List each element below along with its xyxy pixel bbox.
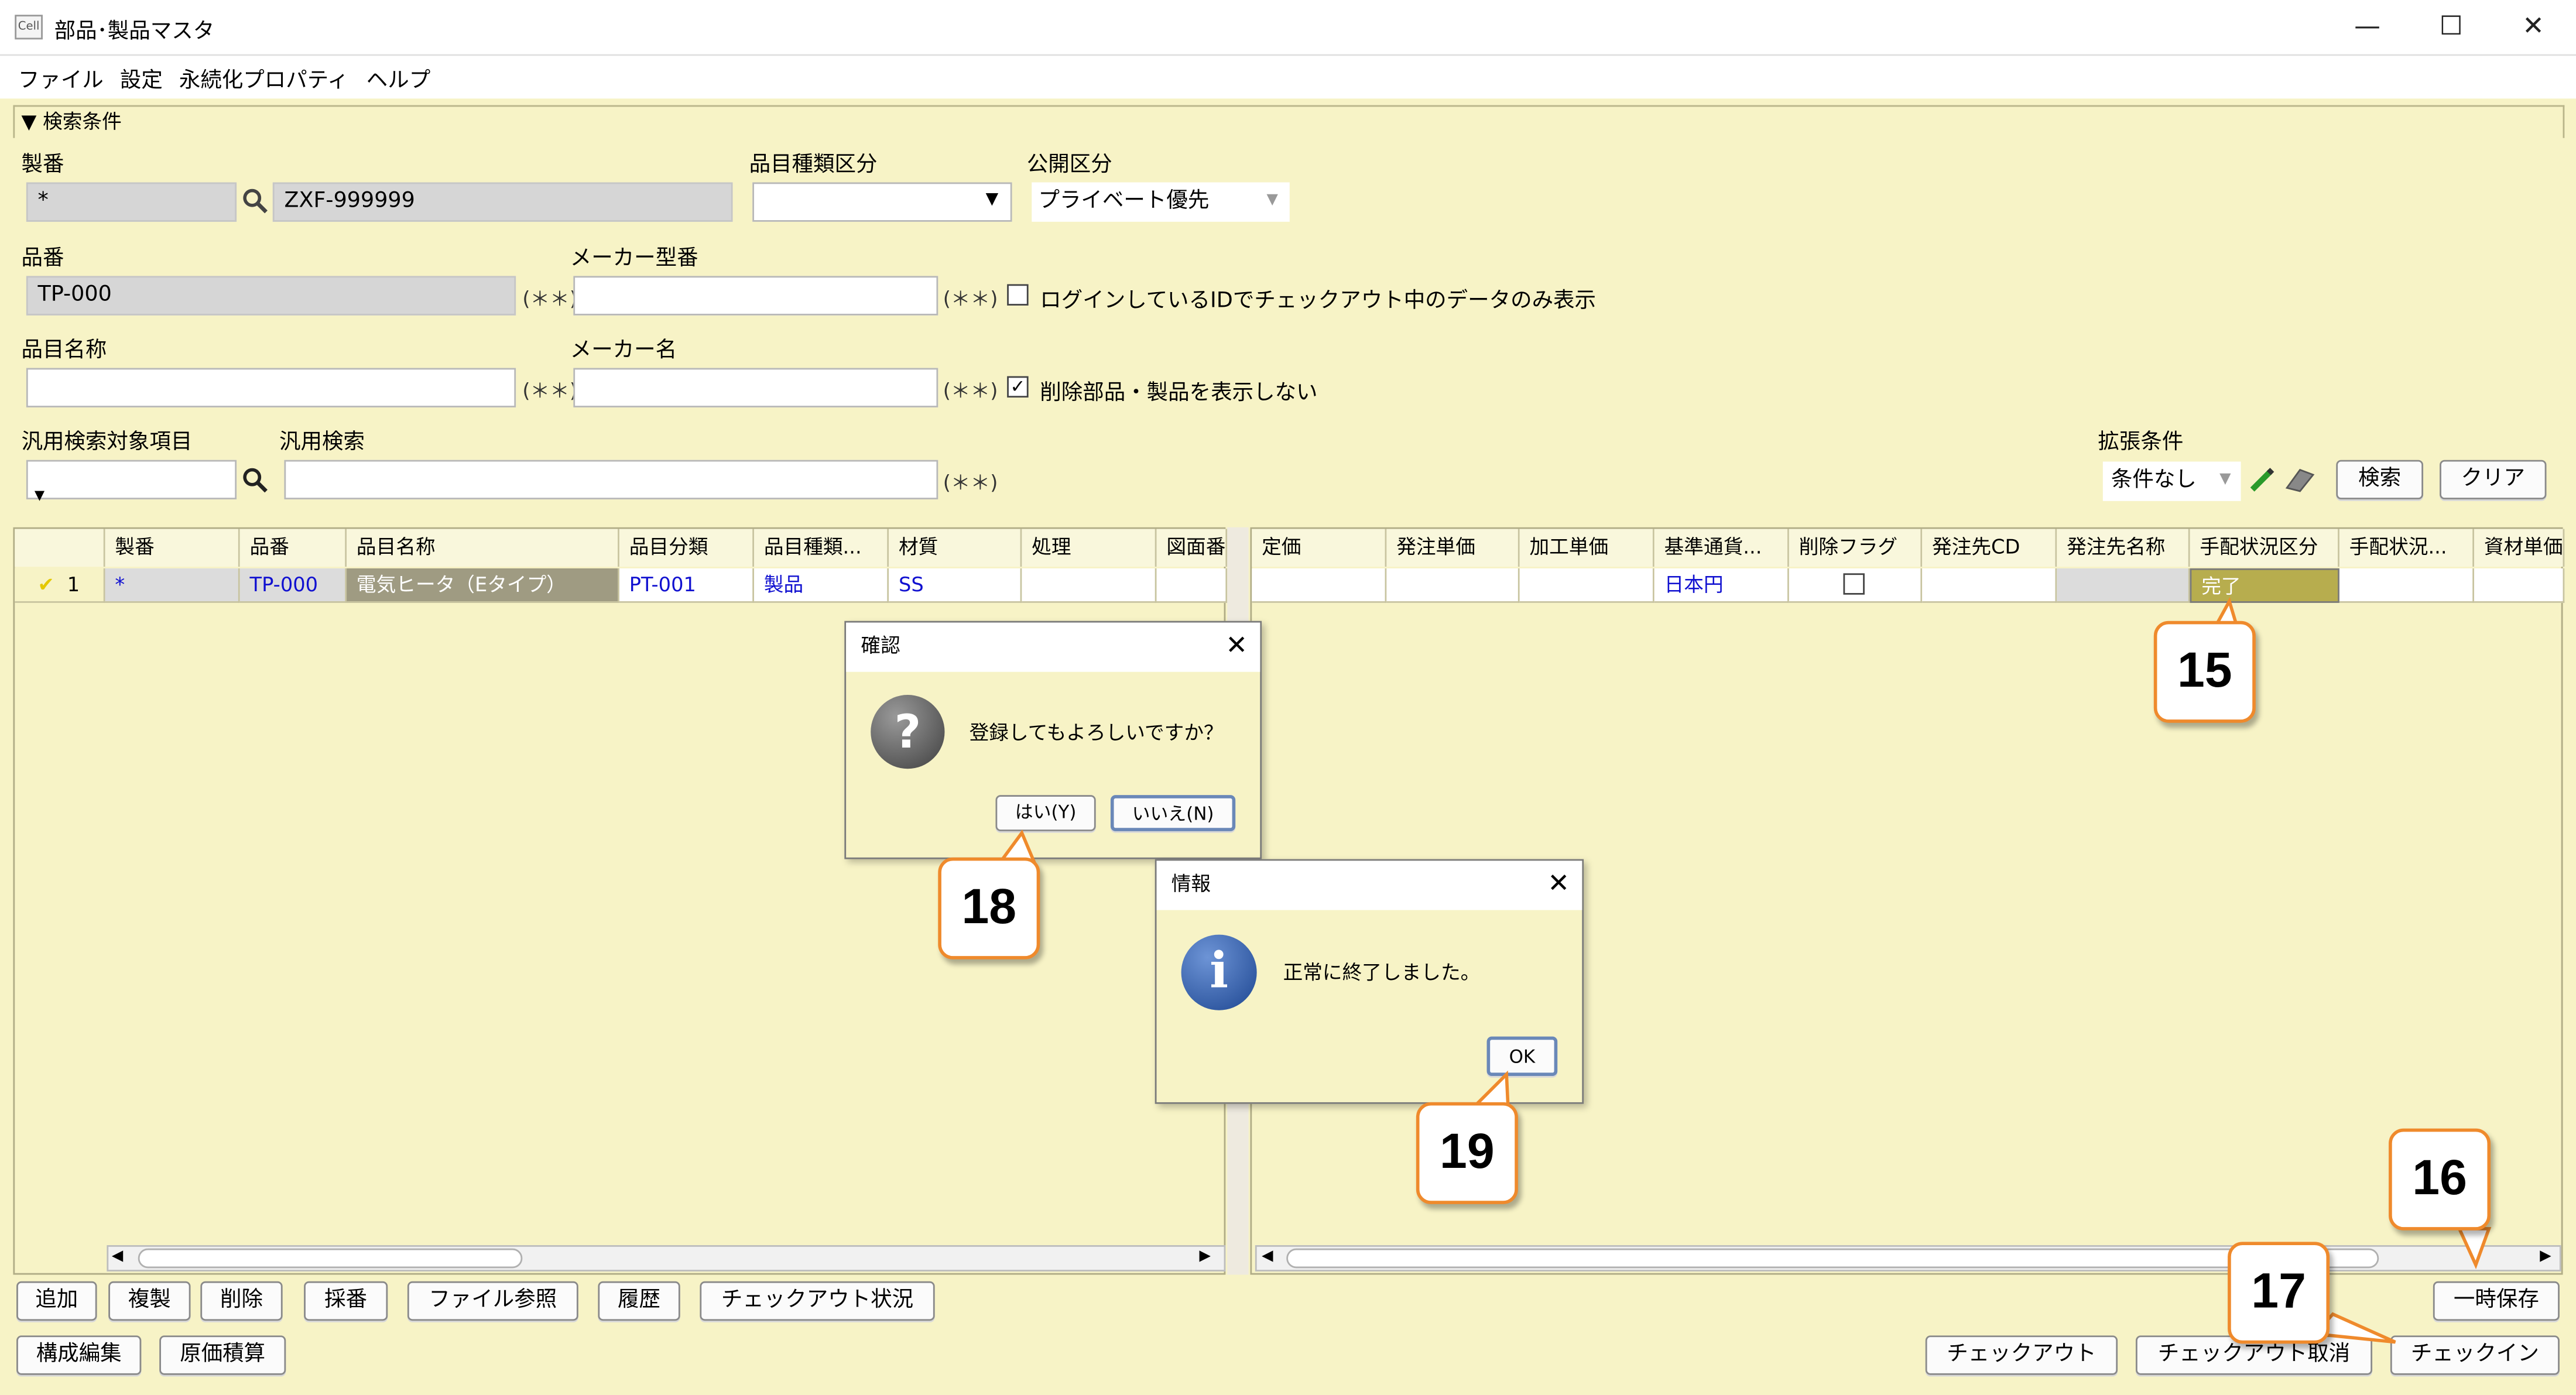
callout-19: 19 [1416, 1102, 1518, 1204]
callout-18: 18 [938, 857, 1040, 959]
callout-17: 17 [2228, 1242, 2330, 1344]
callout-15: 15 [2153, 621, 2256, 723]
callout-16: 16 [2389, 1128, 2491, 1231]
callout-16-pointer [2457, 1227, 2492, 1270]
app-window: Cell 部品･製品マスタ — ☐ ✕ ファイル 設定 永続化プロパティ ヘルプ… [0, 0, 2576, 1395]
